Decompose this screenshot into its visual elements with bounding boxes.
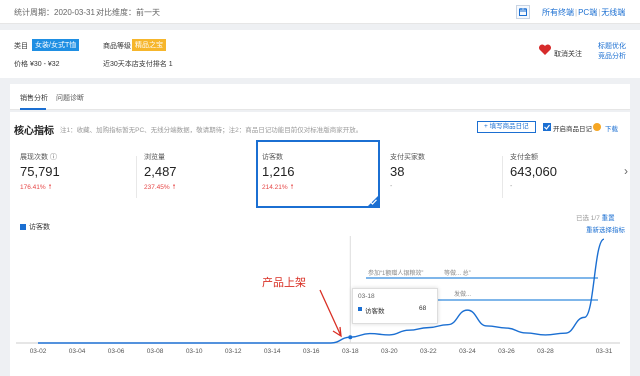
x-tick-label: 03-02: [30, 348, 47, 355]
tooltip-date: 03-18: [358, 293, 375, 300]
x-tick-label: 03-16: [303, 348, 320, 355]
x-tick-label: 03-26: [498, 348, 515, 355]
x-tick-label: 03-20: [381, 348, 398, 355]
annotation-arrow: [319, 289, 342, 338]
x-tick-label: 03-04: [69, 348, 86, 355]
diary-note: 参加“1额赠人银粮效”: [368, 271, 424, 277]
x-tick-label: 03-31: [596, 348, 613, 355]
x-tick-label: 03-10: [186, 348, 203, 355]
diary-note: 发做...: [454, 292, 472, 298]
tooltip-value: 68: [419, 305, 427, 312]
visitor-chart: 03-02 03-04 03-06 03-08 03-10 03-12 03-14 03-16…: [16, 236, 620, 355]
x-tick-label: 03-06: [108, 348, 125, 355]
tooltip-swatch: [358, 307, 362, 311]
x-tick-label: 03-08: [147, 348, 164, 355]
launch-annotation: 产品上架: [262, 277, 306, 289]
x-tick-label: 03-28: [537, 348, 554, 355]
x-tick-label: 03-22: [420, 348, 437, 355]
x-tick-label: 03-12: [225, 348, 242, 355]
x-tick-label: 03-14: [264, 348, 281, 355]
tooltip-key: 访客数: [365, 308, 385, 315]
x-tick-label: 03-24: [459, 348, 476, 355]
diary-note: 等做... 总”: [444, 271, 471, 277]
chart-tooltip: 03-18 访客数 68: [352, 288, 438, 324]
x-tick-label: 03-18: [342, 348, 359, 355]
